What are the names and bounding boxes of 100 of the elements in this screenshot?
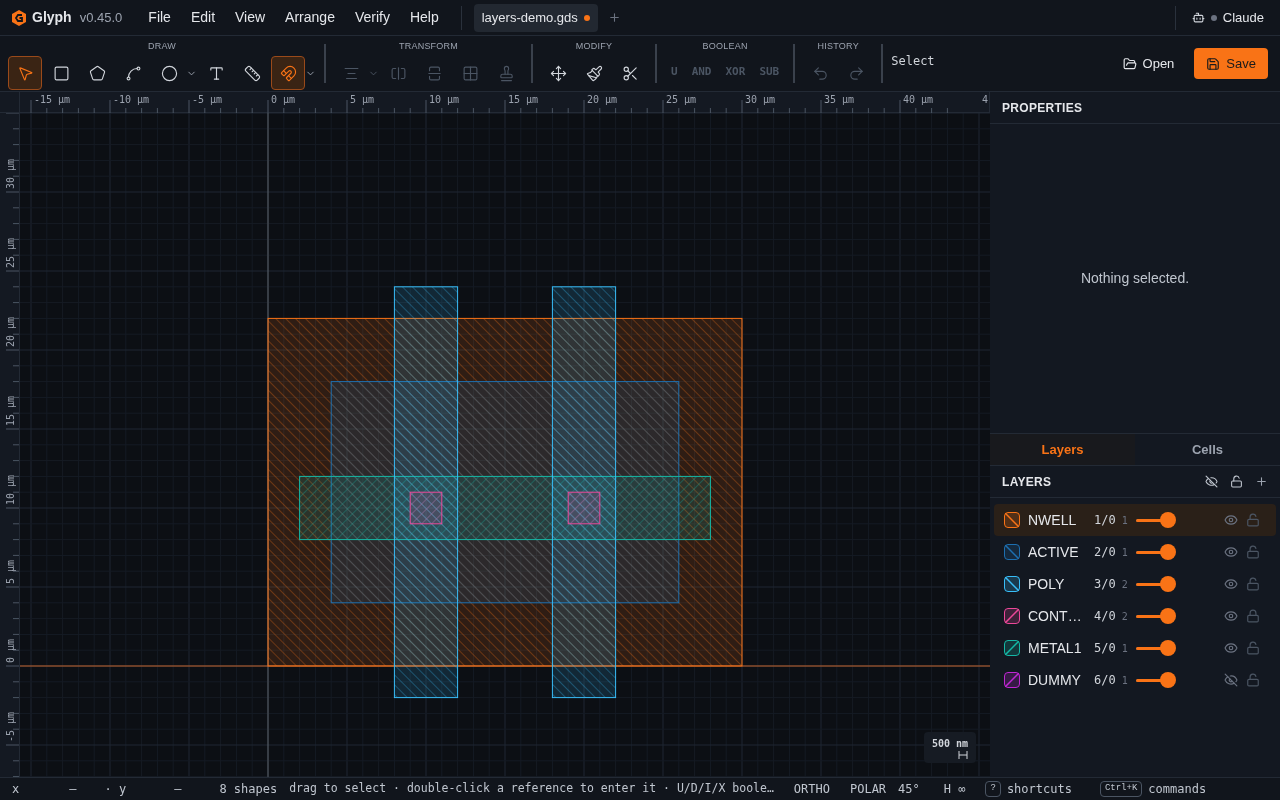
ruler-label: 25 µm bbox=[5, 237, 16, 268]
menu-item[interactable]: View bbox=[225, 7, 276, 28]
brush-icon bbox=[585, 64, 603, 82]
eye-icon[interactable] bbox=[1224, 545, 1238, 559]
bot-icon bbox=[1191, 11, 1205, 24]
layer-row[interactable]: METAL1 5/0 1 bbox=[994, 632, 1276, 664]
layer-row[interactable]: CONT… 4/0 2 bbox=[994, 600, 1276, 632]
layer-name: NWELL bbox=[1028, 510, 1078, 530]
lock-icon[interactable] bbox=[1246, 609, 1260, 623]
layer-number: 1/0 bbox=[1094, 512, 1116, 529]
eye-icon[interactable] bbox=[1224, 513, 1238, 527]
eye-icon[interactable] bbox=[1224, 641, 1238, 655]
redo-icon bbox=[847, 64, 865, 82]
commands-link[interactable]: commands bbox=[1148, 780, 1207, 798]
unlock-icon[interactable] bbox=[1246, 577, 1260, 591]
circle-icon bbox=[160, 64, 178, 82]
opacity-slider[interactable] bbox=[1135, 608, 1178, 624]
eye-off-icon[interactable] bbox=[1224, 673, 1238, 687]
layer-number: 6/0 bbox=[1094, 672, 1116, 689]
hide-all-icon[interactable] bbox=[1205, 475, 1218, 488]
layer-count: 2 bbox=[1121, 609, 1128, 624]
ruler-label: 5 µm bbox=[350, 94, 375, 105]
ruler-label: 4 bbox=[982, 94, 988, 105]
layer-row[interactable]: ACTIVE 2/0 1 bbox=[994, 536, 1276, 568]
new-tab-icon[interactable] bbox=[607, 11, 621, 24]
open-button[interactable]: Open bbox=[1114, 47, 1183, 80]
hint-text: drag to select · double-click a reference to enter it · U/D/I/X boole… bbox=[289, 780, 774, 798]
pentagon-icon bbox=[88, 64, 106, 82]
group-title: BOOLEAN bbox=[702, 40, 748, 52]
ruler-label: 0 µm bbox=[5, 638, 16, 663]
scale-bar-icon bbox=[958, 751, 968, 759]
menu-item[interactable]: Verify bbox=[344, 7, 400, 28]
layer-name: POLY bbox=[1028, 574, 1066, 594]
pointer-icon bbox=[16, 64, 34, 82]
menu-item[interactable]: Help bbox=[399, 7, 449, 28]
grid-icon bbox=[461, 64, 479, 82]
layer-row[interactable]: NWELL 1/0 1 bbox=[994, 504, 1276, 536]
layer-number: 5/0 bbox=[1094, 640, 1116, 657]
opacity-slider[interactable] bbox=[1135, 576, 1178, 592]
ruler-label: 15 µm bbox=[508, 94, 539, 105]
menu-item[interactable]: File bbox=[138, 7, 181, 28]
unlock-icon[interactable] bbox=[1246, 673, 1260, 687]
unlock-icon[interactable] bbox=[1246, 641, 1260, 655]
mode-toggle[interactable]: ORTHO bbox=[793, 780, 830, 798]
scale-label: 500 nm bbox=[931, 737, 968, 751]
logo-icon bbox=[12, 9, 26, 26]
move-icon bbox=[549, 64, 567, 82]
panel-tab[interactable]: Cells bbox=[1135, 434, 1280, 465]
key-cap: ? bbox=[985, 781, 1001, 797]
angle-value: 45° bbox=[898, 781, 920, 798]
ruler-label: -5 µm bbox=[5, 711, 16, 742]
account-name: Claude bbox=[1222, 8, 1264, 27]
group-title: HISTORY bbox=[817, 40, 859, 52]
layer-row[interactable]: DUMMY 6/0 1 bbox=[994, 664, 1276, 696]
layer-number: 3/0 bbox=[1094, 576, 1116, 593]
opacity-slider[interactable] bbox=[1135, 640, 1178, 656]
ruler-label: 15 µm bbox=[5, 395, 16, 426]
layer-number: 4/0 bbox=[1094, 608, 1116, 625]
split-horizontal-icon bbox=[389, 64, 407, 82]
group-title: MODIFY bbox=[575, 40, 613, 52]
eye-icon[interactable] bbox=[1224, 577, 1238, 591]
save-button[interactable]: Save bbox=[1194, 48, 1268, 79]
shape-count: 8 shapes bbox=[219, 781, 278, 798]
app-version: v0.45.0 bbox=[79, 8, 123, 27]
layout-canvas[interactable] bbox=[20, 113, 990, 777]
ruler-icon bbox=[243, 64, 261, 82]
menu-item[interactable]: Edit bbox=[180, 7, 225, 28]
eye-icon[interactable] bbox=[1224, 609, 1238, 623]
document-tab[interactable]: layers-demo.gds bbox=[473, 3, 598, 32]
save-icon bbox=[1206, 56, 1221, 71]
unlock-icon[interactable] bbox=[1246, 545, 1260, 559]
key-cap: Ctrl+K bbox=[1099, 781, 1143, 797]
unlock-all-icon[interactable] bbox=[1230, 475, 1243, 488]
layer-row[interactable]: POLY 3/0 2 bbox=[994, 568, 1276, 600]
ruler-label: 20 µm bbox=[5, 316, 16, 347]
shortcuts-link[interactable]: shortcuts bbox=[1006, 780, 1072, 798]
layer-name: METAL1 bbox=[1028, 638, 1083, 658]
mode-toggle[interactable]: POLAR bbox=[849, 780, 887, 798]
scissors-icon bbox=[621, 64, 639, 82]
ruler-label: 25 µm bbox=[666, 94, 697, 105]
panel-tab[interactable]: Layers bbox=[990, 434, 1135, 465]
opacity-slider[interactable] bbox=[1135, 672, 1178, 688]
opacity-slider[interactable] bbox=[1135, 512, 1178, 528]
x-value: — bbox=[69, 781, 77, 798]
layer-number: 2/0 bbox=[1094, 544, 1116, 561]
stamp-icon bbox=[497, 64, 515, 82]
ruler-label: 30 µm bbox=[5, 158, 16, 189]
split-vertical-icon bbox=[425, 64, 443, 82]
ruler-label: -15 µm bbox=[34, 94, 71, 105]
add-layer-icon[interactable] bbox=[1255, 475, 1268, 488]
menu-item[interactable]: Arrange bbox=[275, 7, 345, 28]
group-title: DRAW bbox=[147, 40, 177, 52]
ruler-label: 0 µm bbox=[271, 94, 296, 105]
section-title: LAYERS bbox=[1002, 473, 1053, 491]
unlock-icon[interactable] bbox=[1246, 513, 1260, 527]
undo-icon bbox=[811, 64, 829, 82]
rectangle-icon bbox=[52, 64, 70, 82]
ruler-label: 40 µm bbox=[903, 94, 934, 105]
layer-count: 1 bbox=[1121, 545, 1128, 560]
opacity-slider[interactable] bbox=[1135, 544, 1178, 560]
